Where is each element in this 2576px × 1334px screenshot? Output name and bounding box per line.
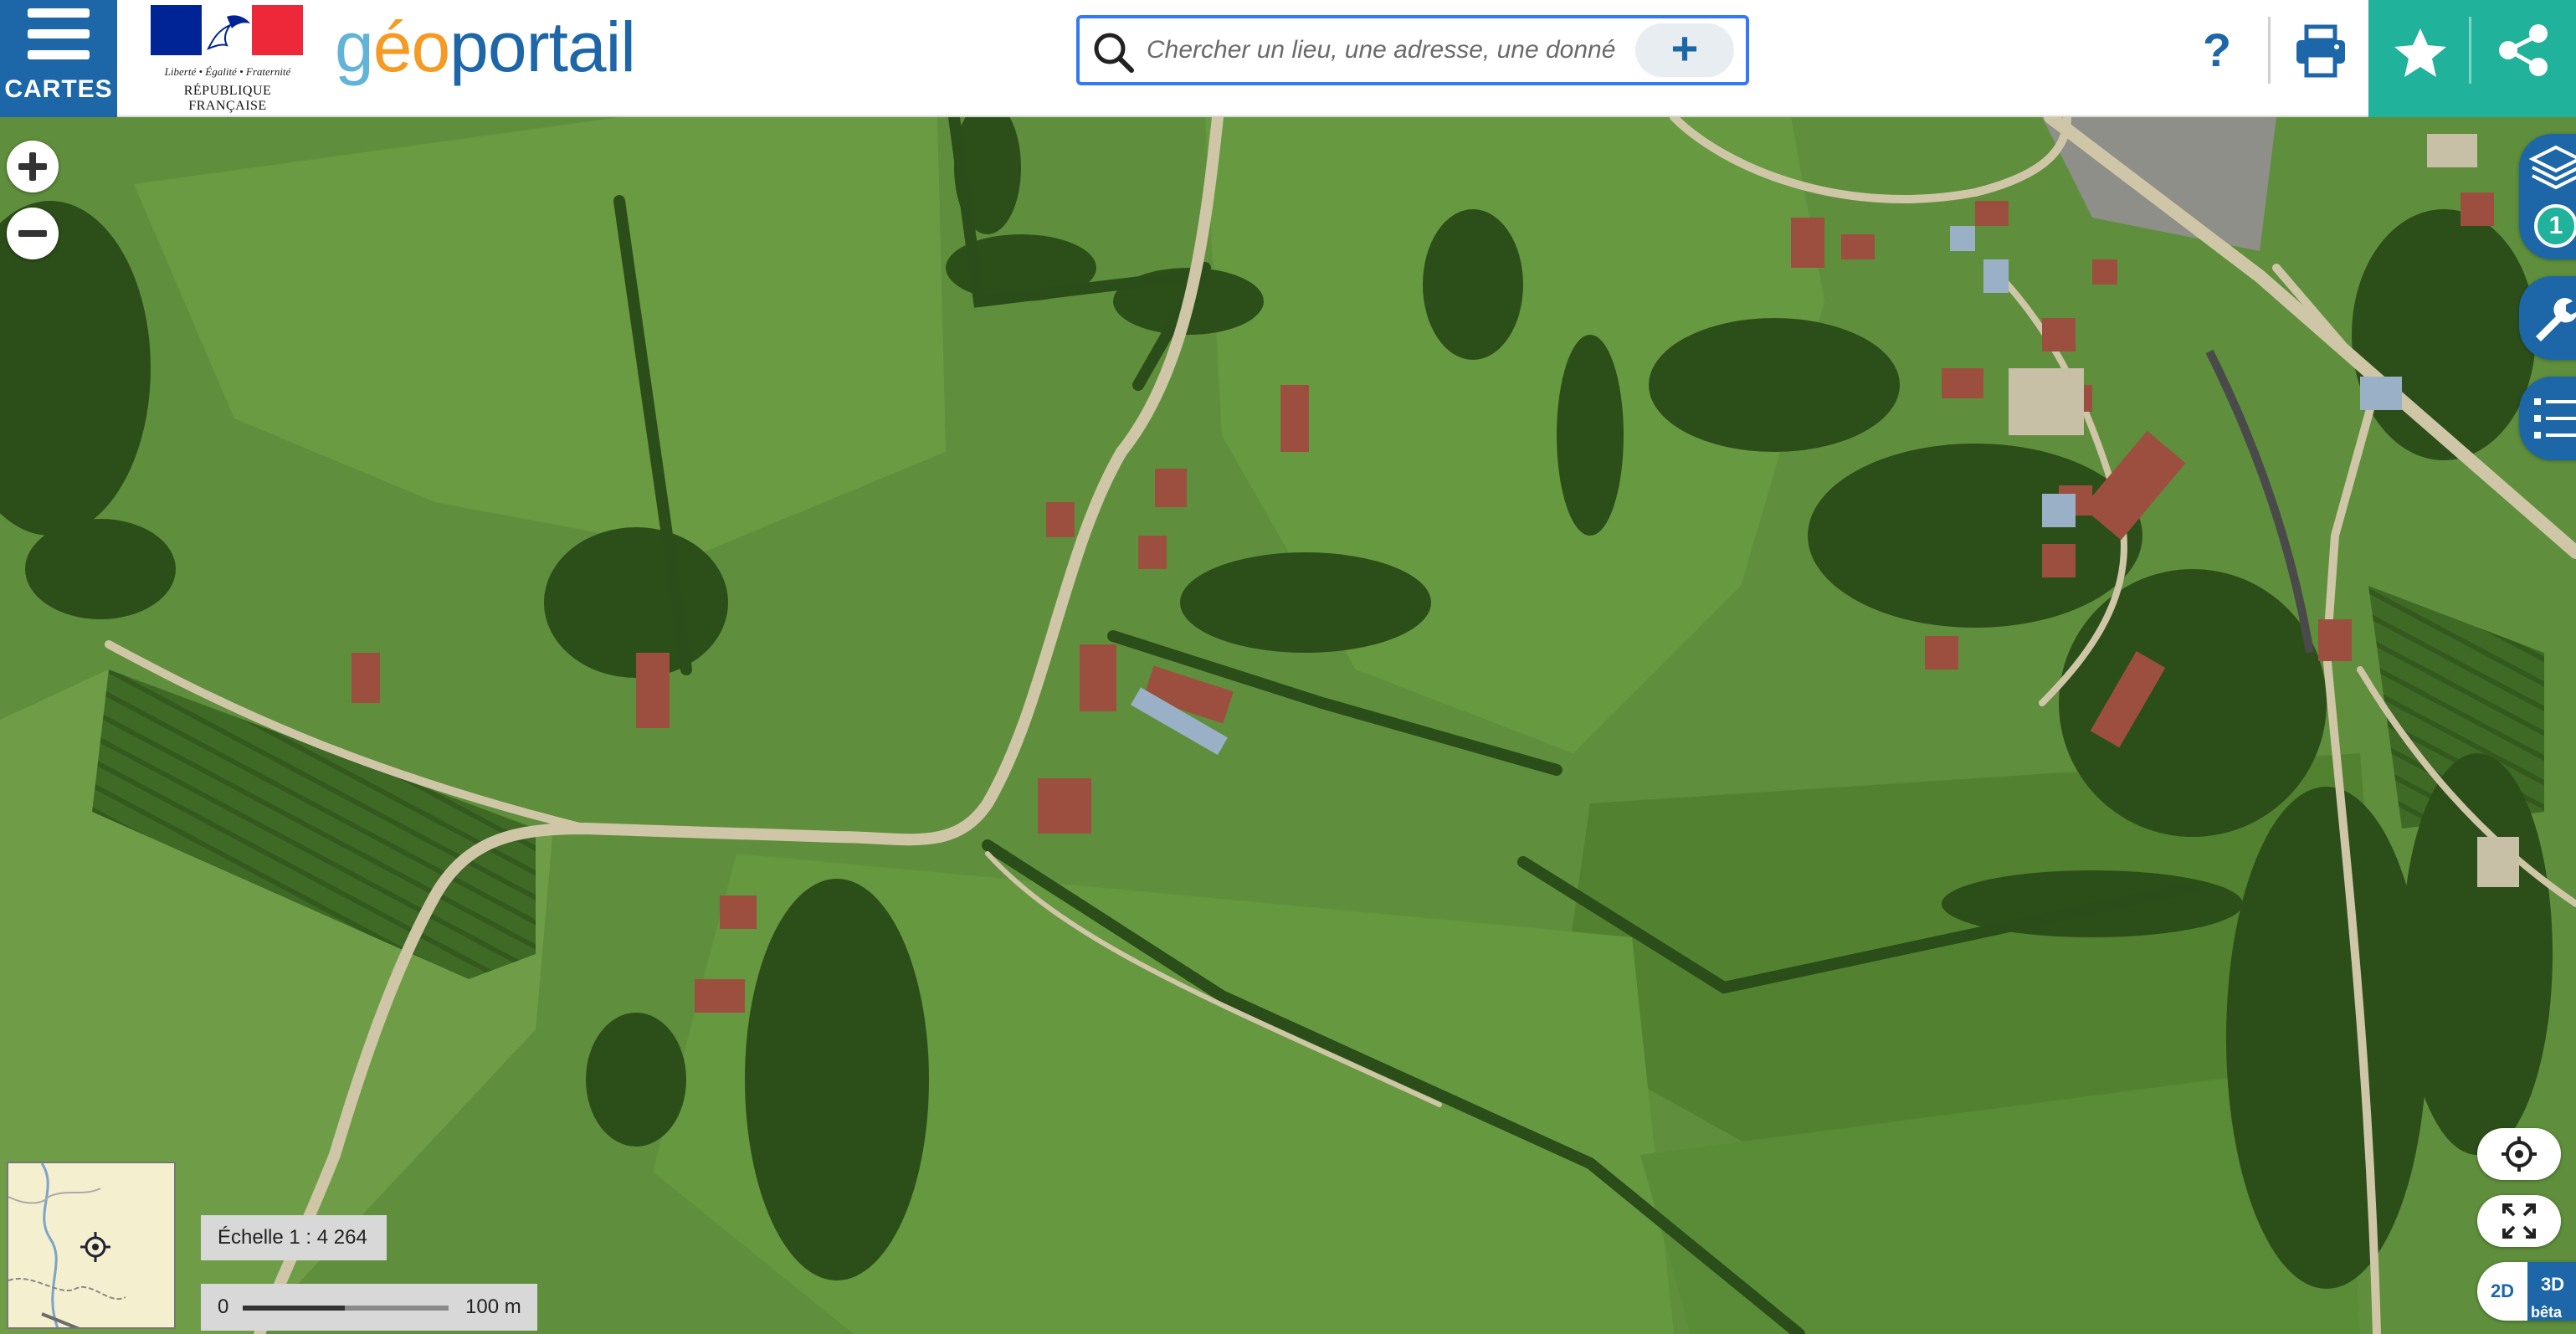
zoom-in-button[interactable] — [7, 141, 59, 192]
view-2d-button[interactable]: 2D — [2477, 1262, 2527, 1321]
list-icon — [2534, 398, 2576, 439]
crosshair-icon — [80, 1232, 110, 1262]
advanced-search-button[interactable]: + — [1635, 23, 1734, 77]
republique-francaise-logo: Liberté • Égalité • Fraternité RÉPUBLIQU… — [149, 5, 306, 113]
fullscreen-button[interactable] — [2477, 1195, 2561, 1247]
favorites-button[interactable] — [2368, 0, 2472, 117]
legend-tab[interactable] — [2519, 377, 2576, 460]
search-input[interactable] — [1147, 27, 1615, 74]
cartes-label: CARTES — [4, 75, 113, 103]
layers-icon — [2528, 145, 2576, 190]
rf-flag — [151, 5, 304, 55]
zoom-out-button[interactable] — [7, 208, 59, 259]
logo-part-g: g — [335, 8, 374, 86]
header-divider — [2268, 17, 2271, 84]
layers-tab[interactable]: 1 — [2519, 134, 2576, 259]
marianne-icon — [206, 15, 250, 50]
logo-part-portail: portail — [449, 8, 636, 86]
cartes-menu-button[interactable]: CARTES — [0, 0, 117, 117]
scale-bar-end: 100 m — [465, 1296, 521, 1318]
logo-part-o: o — [411, 8, 450, 86]
scale-bar-segment — [243, 1306, 345, 1311]
share-icon — [2499, 24, 2548, 76]
aerial-imagery — [0, 117, 2576, 1334]
fullscreen-icon — [2502, 1203, 2536, 1239]
geoportail-logo[interactable]: géoportail — [335, 7, 636, 99]
rf-motto: Liberté • Égalité • Fraternité — [164, 65, 291, 78]
star-icon — [2394, 28, 2446, 77]
logo-part-e: é — [372, 8, 413, 86]
locate-icon — [2502, 1136, 2537, 1172]
scale-label: Échelle 1 : 4 264 — [201, 1215, 387, 1260]
beta-badge: bêta — [2531, 1304, 2563, 1321]
share-button[interactable] — [2471, 0, 2576, 117]
search-icon[interactable] — [1091, 30, 1135, 74]
map-view[interactable] — [0, 117, 2576, 1334]
scale-bar-start: 0 — [218, 1296, 229, 1318]
view-mode-toggle: 2D 3D bêta — [2477, 1262, 2576, 1321]
menu-icon — [28, 8, 90, 60]
scale-bar-segment — [345, 1306, 449, 1311]
help-button[interactable]: ? — [2194, 18, 2240, 82]
search-box: + — [1076, 15, 1749, 85]
wrench-icon — [2536, 297, 2576, 341]
tools-tab[interactable] — [2519, 276, 2576, 360]
scale-bar: 0 100 m — [201, 1284, 537, 1331]
rf-name: RÉPUBLIQUE FRANÇAISE — [183, 84, 272, 113]
top-header: CARTES Liberté • Égalité • Fraternité RÉ… — [0, 0, 2576, 117]
geolocate-button[interactable] — [2477, 1128, 2561, 1180]
print-icon — [2296, 24, 2345, 78]
print-button[interactable] — [2293, 18, 2348, 82]
overview-map[interactable] — [7, 1162, 176, 1329]
layers-count-badge: 1 — [2534, 204, 2576, 248]
